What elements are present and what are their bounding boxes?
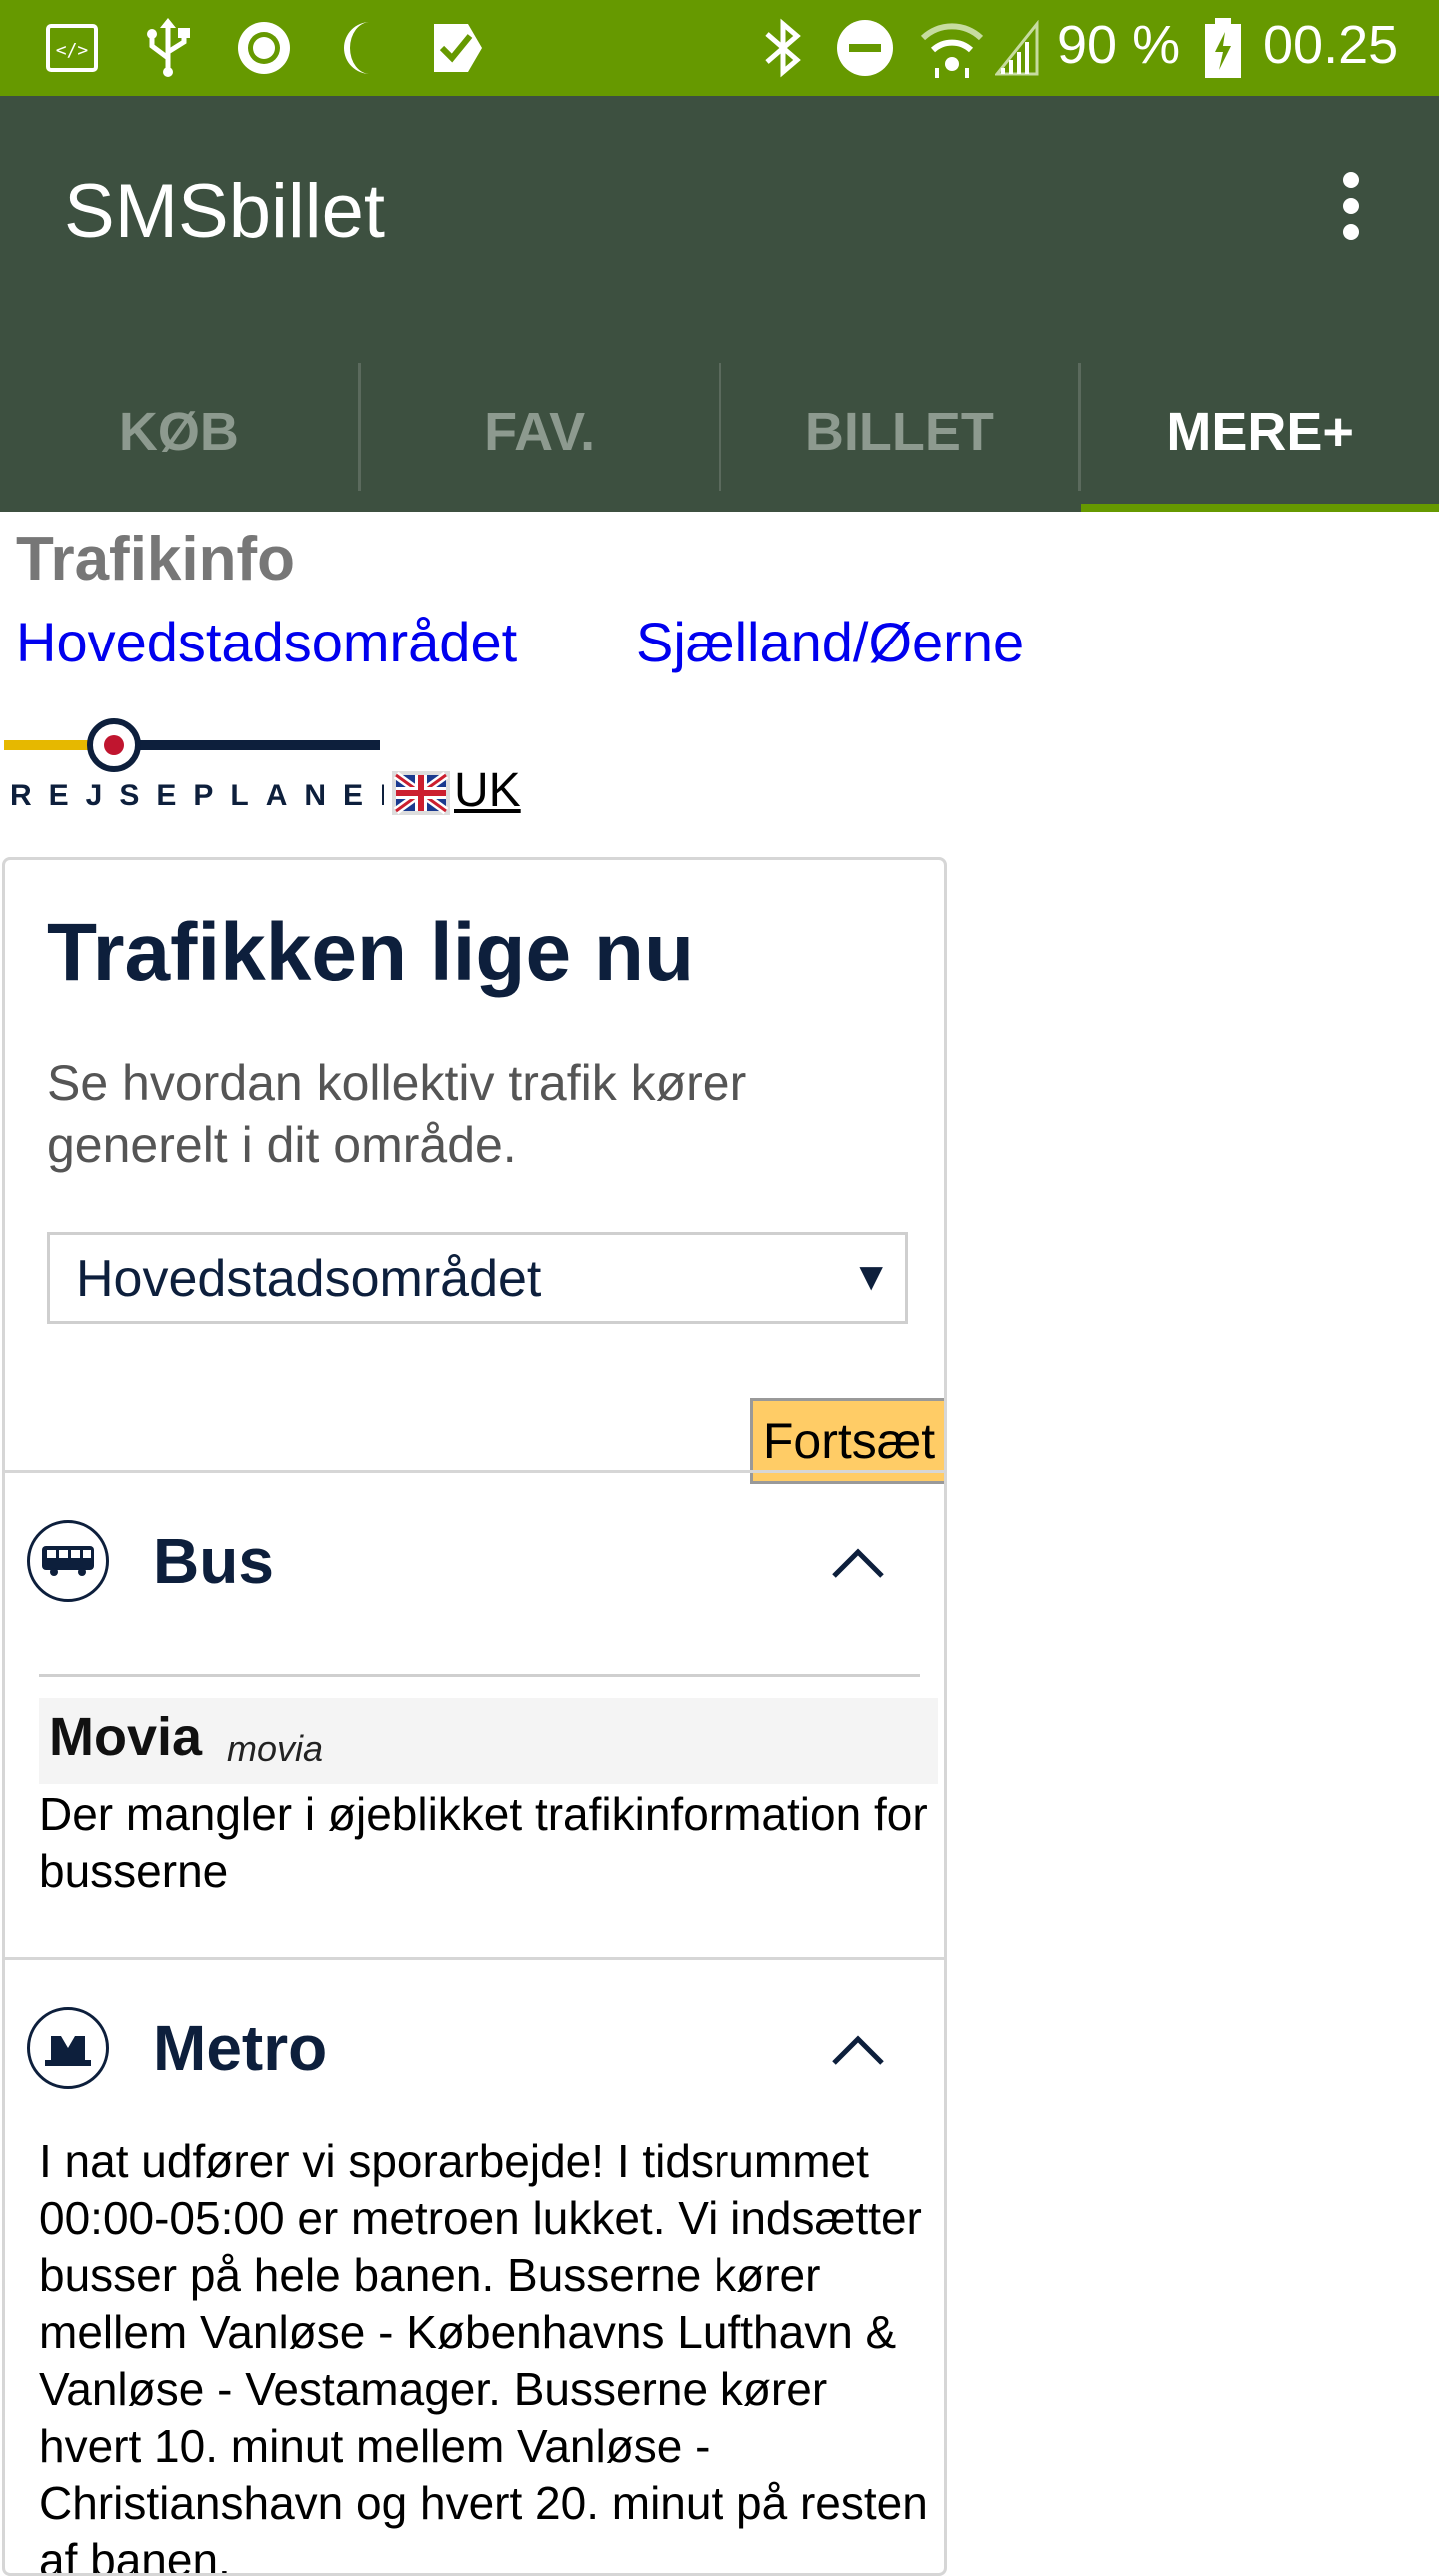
tab-buy[interactable]: KØB xyxy=(0,352,358,512)
metro-info-text: I nat udfører vi sporarbejde! I tidsrumm… xyxy=(39,2135,928,2576)
card-title: Trafikken lige nu xyxy=(47,907,695,998)
card-description: Se hvordan kollektiv trafik kører genere… xyxy=(47,1055,747,1173)
tab-more[interactable]: MERE+ xyxy=(1081,352,1439,512)
bus-info-text: Der mangler i øjeblikket trafikinformati… xyxy=(39,1788,928,1897)
developer-code-icon: </> xyxy=(44,18,100,78)
tab-favorites[interactable]: FAV. xyxy=(361,352,719,512)
divider xyxy=(5,1957,944,1960)
section-title-bus: Bus xyxy=(153,1525,274,1597)
bus-icon xyxy=(27,1520,109,1602)
battery-percentage: 90 % xyxy=(1057,15,1181,75)
sync-circle-icon xyxy=(234,18,294,78)
svg-text:</>: </> xyxy=(56,40,89,61)
tab-ticket[interactable]: BILLET xyxy=(721,352,1079,512)
task-check-icon xyxy=(428,18,488,78)
movia-logo: movia xyxy=(227,1728,324,1769)
chevron-up-icon[interactable] xyxy=(828,2029,888,2069)
app-bar: SMSbillet KØB FAV. BILLET MERE+ xyxy=(0,96,1439,512)
status-bar: </> 90 % 00.25 xyxy=(0,0,1439,96)
region-link-capital[interactable]: Hovedstadsområdet xyxy=(16,610,517,674)
uk-flag-icon[interactable] xyxy=(392,771,450,815)
cell-signal-icon xyxy=(995,18,1039,78)
bluetooth-icon xyxy=(759,18,807,78)
english-language-link[interactable]: UK xyxy=(454,763,521,818)
rejseplanen-wordmark: REJSEPLANEN xyxy=(10,779,384,812)
clock: 00.25 xyxy=(1263,15,1399,75)
dnd-minus-icon xyxy=(835,18,895,78)
divider xyxy=(5,1470,944,1473)
traffic-card: Trafikken lige nu Se hvordan kollektiv t… xyxy=(2,857,947,2576)
dropdown-arrow-icon: ▼ xyxy=(851,1255,891,1299)
app-title: SMSbillet xyxy=(64,169,385,254)
region-link-zealand[interactable]: Sjælland/Øerne xyxy=(636,610,1024,674)
usb-icon xyxy=(140,18,196,78)
rejseplanen-logo: REJSEPLANEN xyxy=(4,711,402,821)
section-title-metro: Metro xyxy=(153,2012,328,2084)
tab-bar: KØB FAV. BILLET MERE+ xyxy=(0,352,1439,512)
battery-charging-icon xyxy=(1203,18,1243,78)
region-select[interactable]: Hovedstadsområdet ▼ xyxy=(47,1232,908,1324)
page-heading: Trafikinfo xyxy=(16,525,296,594)
region-select-value: Hovedstadsområdet xyxy=(76,1250,542,1308)
metro-icon xyxy=(27,2007,109,2089)
operator-name: Movia xyxy=(49,1707,203,1767)
overflow-menu-icon[interactable] xyxy=(1321,166,1381,246)
chevron-up-icon[interactable] xyxy=(828,1542,888,1582)
do-not-disturb-moon-icon xyxy=(336,18,386,78)
divider xyxy=(39,1674,920,1677)
wifi-icon xyxy=(919,18,985,78)
